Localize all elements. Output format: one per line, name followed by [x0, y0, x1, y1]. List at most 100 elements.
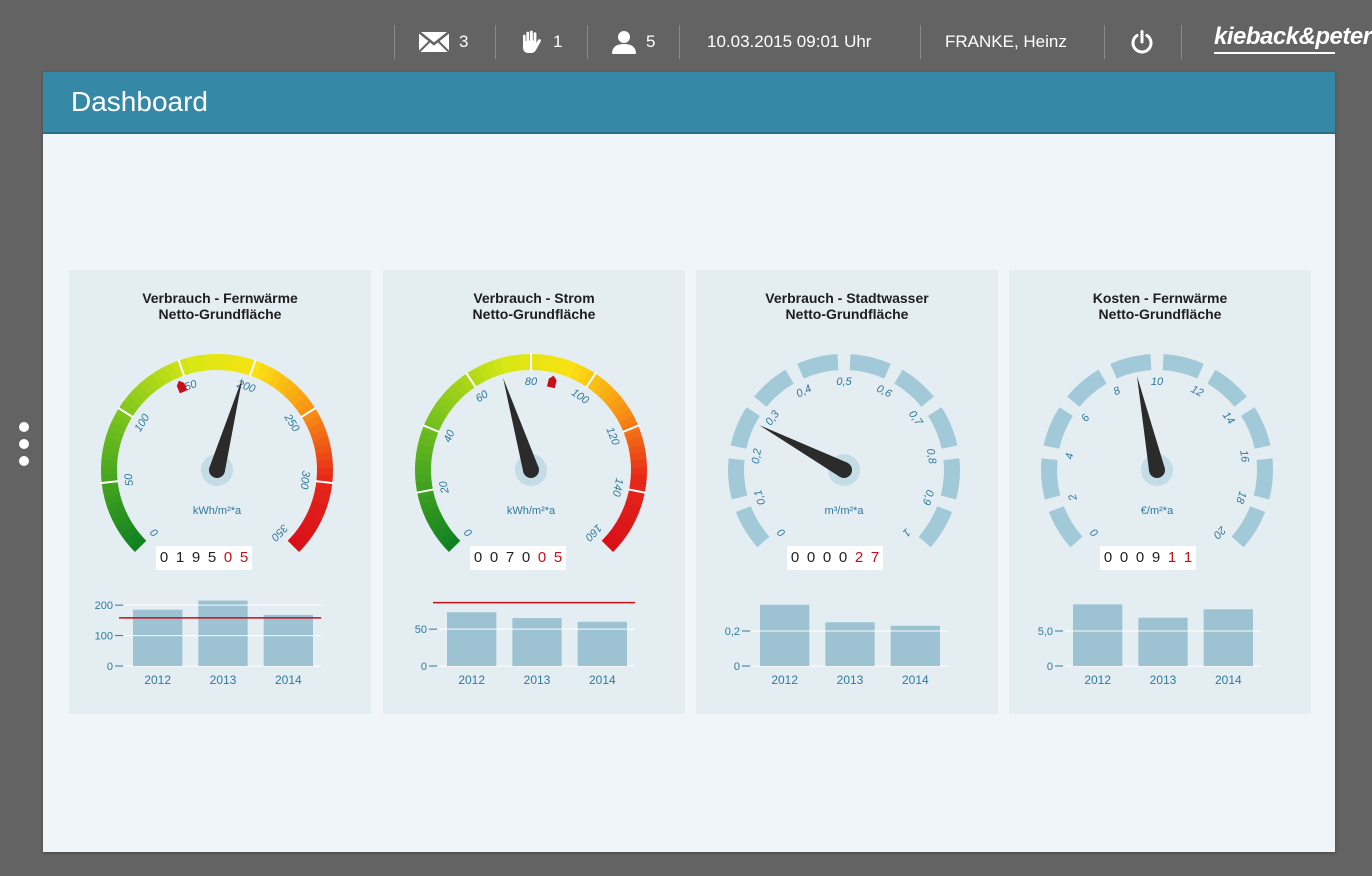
- messages-count: 3: [459, 32, 469, 51]
- gauge-tick-label: 60: [474, 388, 492, 405]
- bar-chart: 0 100 200 2012 2013 2014: [95, 600, 321, 687]
- users-count: 5: [646, 32, 656, 51]
- x-tick-label: 2014: [1215, 673, 1242, 687]
- card-kosten[interactable]: Kosten - Fernwärme Netto-Grundfläche 0 2 4…: [1009, 270, 1311, 714]
- x-tick-label: 2013: [524, 673, 551, 687]
- counter: 019505: [156, 546, 252, 570]
- gauge-tick-label: 80: [525, 376, 538, 388]
- counter-digit: 5: [207, 549, 217, 566]
- hand-icon: [519, 30, 543, 54]
- card-stadtwasser[interactable]: Verbrauch - Stadtwasser Netto-Grundfläch…: [696, 270, 998, 714]
- counter-digit: 7: [870, 549, 880, 566]
- counter-digit: 0: [838, 549, 848, 566]
- y-tick-label: 200: [95, 600, 113, 612]
- gauge-needle: [209, 377, 243, 473]
- separator: [920, 25, 921, 59]
- dot-icon: [19, 422, 29, 432]
- separator: [587, 25, 588, 59]
- x-tick-label: 2013: [837, 673, 864, 687]
- counter-digit: 0: [806, 549, 816, 566]
- gauge-tick-label: 0,2: [750, 448, 764, 465]
- gauge: 0 0,1 0,2 0,3 0,4 0,5 0,6 0,7 0,8 0,9 1 m³/m²*a: [728, 354, 960, 548]
- bar: [198, 600, 248, 666]
- bar: [825, 622, 875, 666]
- gauge-tick-label: 6: [1079, 412, 1093, 425]
- card-title-line2: Netto-Grundfläche: [785, 306, 909, 322]
- messages-button[interactable]: 3: [418, 30, 468, 54]
- separator: [495, 25, 496, 59]
- counter-digit: 7: [505, 549, 515, 566]
- logo-text: kieback&peter: [1214, 23, 1372, 50]
- x-tick-label: 2012: [1084, 673, 1111, 687]
- bar: [447, 612, 497, 666]
- gauge-tick-label: 20: [437, 479, 452, 495]
- side-menu-handle[interactable]: [19, 422, 31, 474]
- counter-digit: 0: [1135, 549, 1145, 566]
- gauge-segment: [1253, 458, 1273, 500]
- gauge-tick-label: 18: [1233, 490, 1248, 506]
- gauge-segment: [940, 458, 960, 500]
- gauge-tick-label: 20: [1210, 523, 1228, 541]
- card-fernwaerme[interactable]: Verbrauch - Fernwärme Netto-Grundfläche …: [69, 270, 371, 714]
- gauge-segment: [918, 506, 953, 548]
- needle-center: [209, 462, 225, 478]
- gauge-tick-label: 12: [1189, 383, 1205, 399]
- counter-digit: 0: [223, 549, 233, 566]
- users-button[interactable]: 5: [611, 30, 655, 54]
- gauge-segment: [1041, 458, 1061, 500]
- y-tick-label: 0: [734, 661, 740, 673]
- x-tick-label: 2014: [589, 673, 616, 687]
- bar: [263, 614, 313, 666]
- counter: 000027: [787, 546, 883, 570]
- gauge-tick-label: 0,7: [906, 409, 925, 429]
- gauge-tick-label: 16: [1237, 449, 1251, 464]
- gauge-tick-label: 160: [582, 522, 604, 544]
- counter-digit: 9: [191, 549, 201, 566]
- needle-center: [1149, 462, 1165, 478]
- logout-button[interactable]: [1129, 30, 1155, 54]
- gauge-segment: [630, 459, 647, 469]
- separator: [394, 25, 395, 59]
- gauge-tick-label: 0,1: [752, 488, 768, 506]
- card-title-line2: Netto-Grundfläche: [1098, 306, 1222, 322]
- bar-chart: 0 5,0 2012 2013 2014: [1038, 604, 1261, 687]
- separator: [679, 25, 680, 59]
- x-tick-label: 2012: [771, 673, 798, 687]
- y-tick-label: 0: [421, 661, 427, 673]
- gauge-tick-label: 4: [1064, 452, 1077, 460]
- gauge-segment: [1067, 369, 1107, 407]
- gauge-unit-label: kWh/m²*a: [507, 505, 556, 517]
- gauge: 0 20 40 60 80 100 120 140 160 kWh/m²*a: [415, 353, 647, 553]
- user-name[interactable]: FRANKE, Heinz: [945, 30, 1067, 54]
- y-tick-label: 0,2: [725, 626, 740, 638]
- card-title-line1: Verbrauch - Strom: [473, 290, 595, 306]
- gauge-tick-label: 0,3: [763, 408, 782, 428]
- panel-header: Dashboard: [43, 72, 1335, 134]
- card-strom[interactable]: Verbrauch - Strom Netto-Grundfläche 0 20 4…: [383, 270, 685, 714]
- bar: [1203, 609, 1253, 666]
- counter-digit: 1: [1183, 549, 1193, 566]
- gauge-segment: [730, 407, 760, 449]
- gauge: 050100150 200250300350kWh/m²*a: [100, 354, 334, 553]
- gauge-tick-label: 300: [297, 470, 311, 490]
- gauge-segment: [1110, 354, 1152, 379]
- gauge-unit-label: kWh/m²*a: [193, 505, 242, 517]
- gauge-tick-label: 140: [610, 477, 626, 498]
- bar: [512, 618, 562, 666]
- x-tick-label: 2014: [902, 673, 929, 687]
- dot-icon: [19, 439, 29, 449]
- gauge-tick-label: 100: [569, 387, 592, 408]
- gauge-segment: [894, 369, 934, 407]
- power-icon: [1129, 29, 1155, 55]
- datetime: 10.03.2015 09:01 Uhr: [707, 32, 872, 51]
- x-tick-label: 2014: [275, 673, 302, 687]
- alarms-button[interactable]: 1: [519, 30, 562, 54]
- counter: 007005: [470, 546, 566, 570]
- bar: [1138, 617, 1188, 666]
- counter-digit: 0: [537, 549, 547, 566]
- alarms-count: 1: [553, 32, 563, 51]
- counter-digit: 0: [473, 549, 483, 566]
- gauge-unit-label: €/m²*a: [1141, 505, 1174, 517]
- gauge-tick-label: 0: [1088, 525, 1101, 538]
- gauge-segment: [1241, 407, 1271, 449]
